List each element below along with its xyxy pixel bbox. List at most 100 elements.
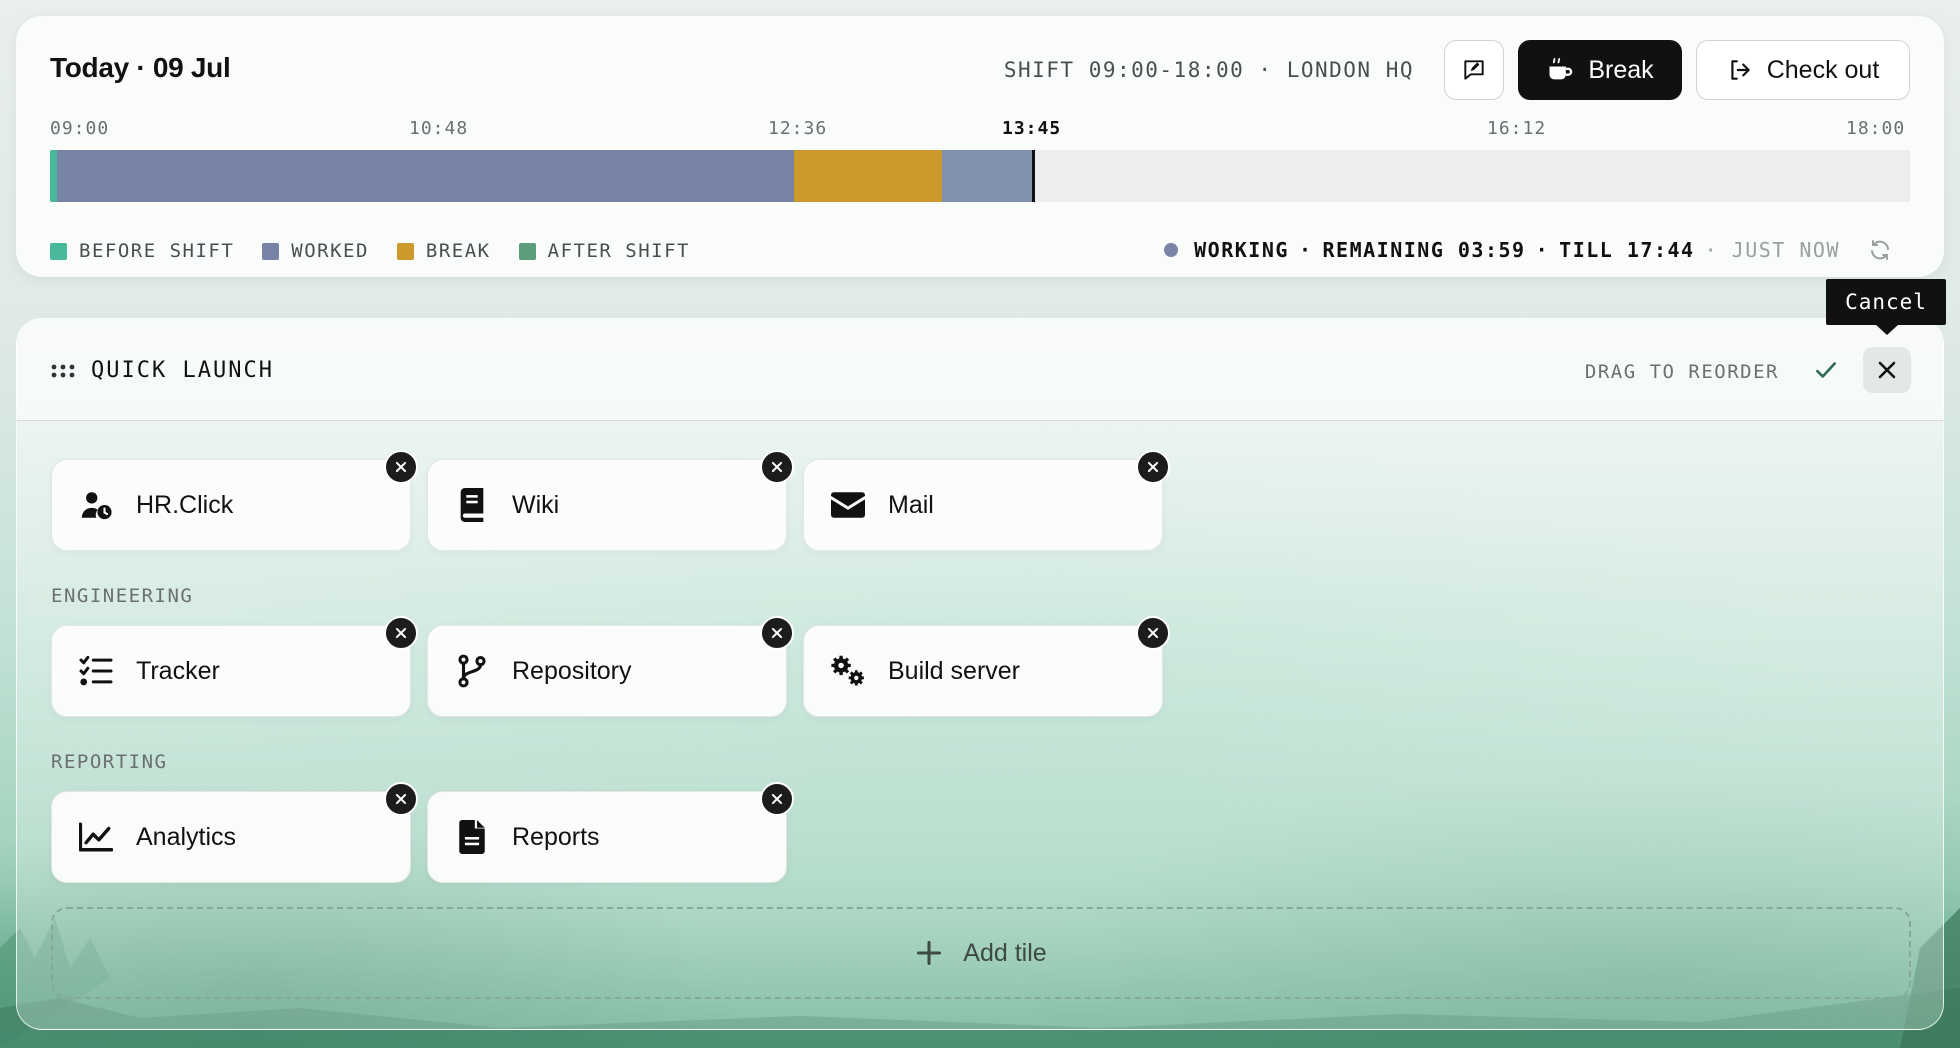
legend-swatch-after: [518, 242, 536, 260]
timeline-legend: BEFORE SHIFT WORKED BREAK AFTER SHIFT: [50, 240, 690, 262]
timeline-tick: 09:00: [50, 118, 110, 139]
grid-dots-icon: [51, 364, 75, 377]
close-icon: [395, 461, 407, 473]
quick-launch-title-text: QUICK LAUNCH: [91, 358, 274, 383]
timeline-tick: 16:12: [1487, 118, 1547, 139]
timeline-tick-current: 13:45: [1002, 118, 1062, 139]
tile-repository[interactable]: Repository: [427, 616, 794, 717]
legend-item: BREAK: [396, 240, 491, 262]
remove-tile-button[interactable]: [1136, 450, 1170, 484]
tile-label: HR.Click: [136, 490, 234, 519]
timeline-tick: 18:00: [1846, 118, 1906, 139]
today-panel: Today · 09 Jul SHIFT 09:00-18:00 · LONDO…: [16, 16, 1944, 277]
status-remaining: REMAINING 03:59: [1322, 238, 1526, 262]
legend-item: AFTER SHIFT: [518, 240, 690, 262]
page-title: Today · 09 Jul: [50, 52, 231, 83]
close-icon: [395, 627, 407, 639]
group-label-engineering: ENGINEERING: [51, 585, 194, 607]
remove-tile-button[interactable]: [1136, 616, 1170, 650]
tile-label: Reports: [512, 822, 600, 851]
remove-tile-button[interactable]: [760, 782, 794, 816]
status-separator: ·: [1535, 238, 1550, 262]
check-icon: [1816, 362, 1836, 378]
quick-launch-panel: QUICK LAUNCH DRAG TO REORDER HR.Click Wi…: [16, 318, 1944, 1030]
remove-tile-button[interactable]: [384, 450, 418, 484]
legend-swatch-worked: [262, 242, 280, 260]
legend-label: BEFORE SHIFT: [79, 240, 235, 262]
sign-out-icon: [1731, 60, 1750, 80]
tile-reports[interactable]: Reports: [427, 782, 794, 883]
legend-item: WORKED: [262, 240, 369, 262]
coffee-cup-icon: [1549, 57, 1573, 80]
file-lines-icon: [454, 819, 490, 855]
status-state: WORKING: [1194, 238, 1289, 262]
check-out-button[interactable]: Check out: [1696, 40, 1910, 100]
chart-line-icon: [78, 819, 114, 855]
legend-swatch-break: [396, 242, 414, 260]
close-icon: [1147, 461, 1159, 473]
add-tile-label: Add tile: [963, 938, 1047, 967]
remove-tile-button[interactable]: [384, 782, 418, 816]
work-status: WORKING · REMAINING 03:59 · TILL 17:44 ·…: [1164, 238, 1892, 262]
add-note-button[interactable]: [1444, 40, 1504, 100]
shift-info: SHIFT 09:00-18:00 · LONDON HQ: [1003, 58, 1414, 82]
tile-label: Tracker: [136, 656, 220, 685]
timeline-segment-break: [794, 150, 943, 202]
gears-icon: [830, 653, 866, 689]
timeline-segment-worked: [56, 150, 794, 202]
cancel-tooltip: Cancel: [1826, 279, 1946, 325]
tile-mail[interactable]: Mail: [803, 450, 1170, 551]
code-branch-icon: [454, 653, 490, 689]
status-separator: ·: [1298, 238, 1313, 262]
break-button[interactable]: Break: [1518, 40, 1682, 100]
legend-item: BEFORE SHIFT: [50, 240, 234, 262]
close-icon: [771, 793, 783, 805]
plus-icon: [917, 940, 942, 966]
remove-tile-button[interactable]: [384, 616, 418, 650]
legend-swatch-before: [50, 242, 67, 260]
group-label-reporting: REPORTING: [51, 751, 168, 773]
current-time-marker: [1031, 150, 1035, 202]
tile-hr-click[interactable]: HR.Click: [51, 450, 418, 551]
tile-build-server[interactable]: Build server: [803, 616, 1170, 717]
close-icon: [1878, 361, 1896, 379]
tile-label: Build server: [888, 656, 1020, 685]
legend-label: WORKED: [291, 240, 369, 262]
quick-launch-title: QUICK LAUNCH: [51, 358, 274, 383]
remove-tile-button[interactable]: [760, 450, 794, 484]
confirm-edit-button[interactable]: [1809, 353, 1843, 387]
legend-label: AFTER SHIFT: [547, 240, 690, 262]
refresh-icon[interactable]: [1868, 238, 1892, 262]
list-check-icon: [78, 653, 114, 689]
tile-analytics[interactable]: Analytics: [51, 782, 418, 883]
add-tile-button[interactable]: Add tile: [51, 907, 1911, 999]
drag-hint: DRAG TO REORDER: [1584, 361, 1779, 383]
envelope-icon: [830, 487, 866, 523]
comment-edit-icon: [1464, 60, 1484, 80]
tile-label: Repository: [512, 656, 632, 685]
timeline-tick: 12:36: [768, 118, 828, 139]
tile-label: Mail: [888, 490, 934, 519]
tile-label: Wiki: [512, 490, 560, 519]
tile-tracker[interactable]: Tracker: [51, 616, 418, 717]
legend-label: BREAK: [425, 240, 491, 262]
tile-wiki[interactable]: Wiki: [427, 450, 794, 551]
quick-launch-header: QUICK LAUNCH DRAG TO REORDER: [17, 319, 1943, 421]
tile-label: Analytics: [136, 822, 237, 851]
close-icon: [771, 627, 783, 639]
close-icon: [771, 461, 783, 473]
close-icon: [1147, 627, 1159, 639]
cancel-edit-button[interactable]: [1863, 347, 1911, 393]
close-icon: [395, 793, 407, 805]
user-clock-icon: [78, 487, 114, 523]
timeline-segment-before: [50, 150, 57, 202]
tooltip-arrow: [1875, 324, 1899, 335]
timeline-segment-worked: [942, 150, 1032, 202]
break-label: Break: [1588, 55, 1654, 84]
status-updated: · JUST NOW: [1704, 238, 1840, 262]
book-icon: [454, 487, 490, 523]
shift-timeline-bar[interactable]: [50, 150, 1910, 202]
remove-tile-button[interactable]: [760, 616, 794, 650]
status-dot: [1164, 243, 1179, 257]
timeline-tick: 10:48: [409, 118, 469, 139]
